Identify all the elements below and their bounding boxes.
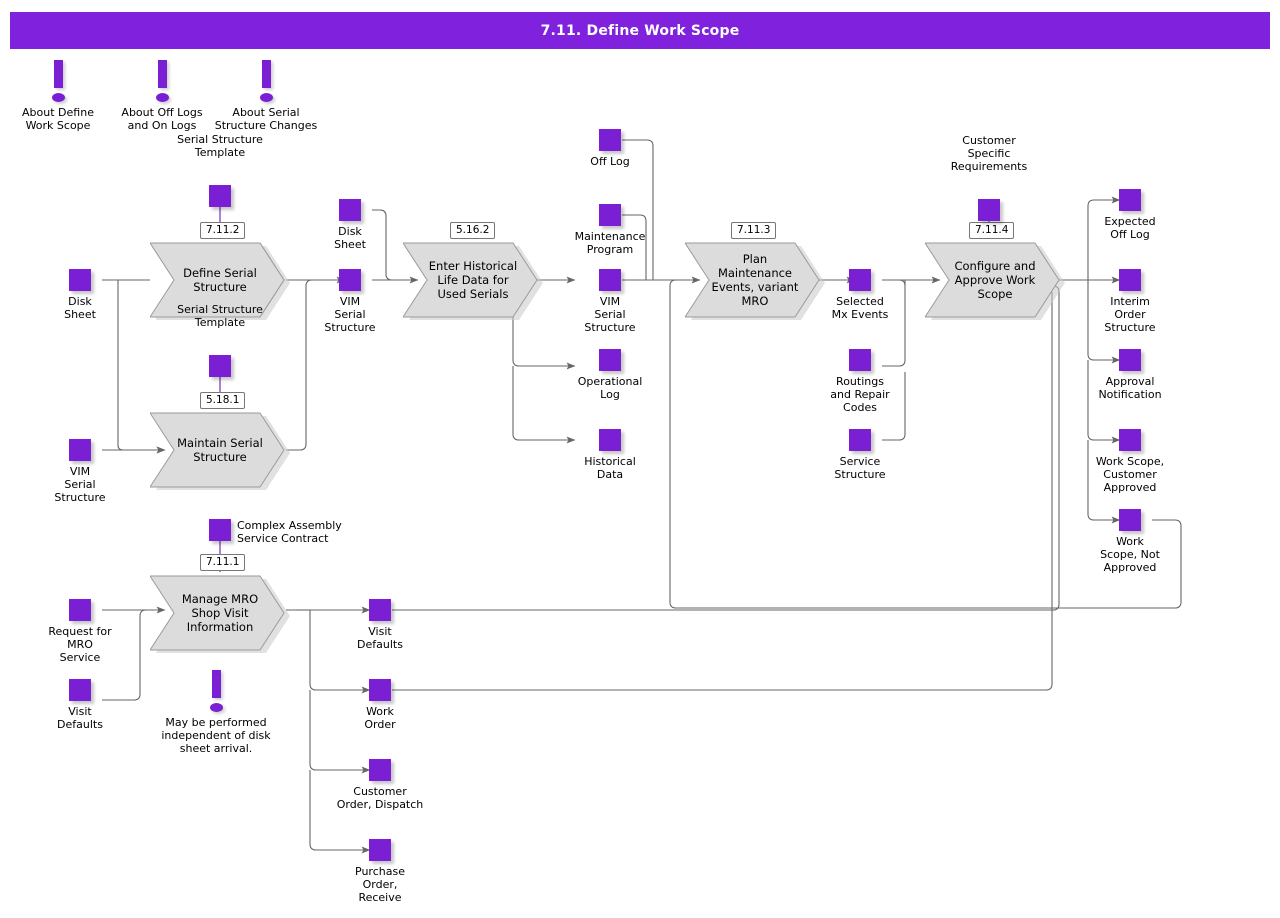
reference-tag-5-18-1[interactable]: 5.18.1 [200, 392, 246, 409]
node-label: Selected Mx Events [831, 295, 889, 321]
process-manage-mro-shop-visit[interactable]: Manage MRO Shop Visit Information [150, 573, 290, 653]
data-object-icon [339, 269, 361, 291]
node-label: Visit Defaults [57, 705, 103, 731]
node-label: Customer Order, Dispatch [336, 785, 424, 811]
page-title-bar: 7.11. Define Work Scope [10, 12, 1270, 49]
data-object-icon [209, 519, 231, 541]
exclamation-icon [54, 60, 63, 88]
node-label: Work Scope, Customer Approved [1095, 455, 1165, 494]
data-object-icon [209, 185, 231, 207]
data-object-icon [369, 759, 391, 781]
data-object-icon [599, 204, 621, 226]
data-object-icon [849, 349, 871, 371]
node-label: VIM Serial Structure [54, 465, 106, 504]
node-label: Operational Log [577, 375, 643, 401]
data-object-icon [369, 839, 391, 861]
node-label: Disk Sheet [64, 295, 96, 321]
reference-tag-7-11-1[interactable]: 7.11.1 [200, 554, 246, 571]
node-label: Disk Sheet [334, 225, 366, 251]
reference-tag-5-16-2[interactable]: 5.16.2 [450, 222, 496, 239]
exclamation-dot-icon [52, 93, 65, 102]
node-label: Request for MRO Service [48, 625, 112, 664]
info-marker-label: About Serial Structure Changes [214, 106, 318, 132]
data-object-icon [1119, 509, 1141, 531]
node-label: Maintenance Program [574, 230, 646, 256]
data-object-icon [1119, 189, 1141, 211]
data-object-icon [599, 129, 621, 151]
data-object-icon [339, 199, 361, 221]
node-label: Purchase Order, Receive [355, 865, 405, 904]
data-object-icon [1119, 349, 1141, 371]
node-label: Off Log [590, 155, 630, 168]
process-maintain-serial-structure[interactable]: Maintain Serial Structure [150, 410, 290, 490]
node-label: Service Structure [834, 455, 886, 481]
node-label: Expected Off Log [1104, 215, 1156, 241]
exclamation-dot-icon [210, 703, 223, 712]
node-label: Customer Specific Requirements [950, 134, 1028, 173]
exclamation-icon [212, 670, 221, 698]
diagram-canvas: 7.11. Define Work Scope About Define Wor… [0, 0, 1280, 918]
reference-tag-7-11-4[interactable]: 7.11.4 [969, 222, 1015, 239]
exclamation-icon [262, 60, 271, 88]
data-object-icon [1119, 269, 1141, 291]
exclamation-dot-icon [260, 93, 273, 102]
node-label: Routings and Repair Codes [830, 375, 890, 414]
node-label: VIM Serial Structure [584, 295, 636, 334]
process-label: Maintain Serial Structure [177, 436, 263, 464]
data-object-icon [69, 599, 91, 621]
data-object-icon [978, 199, 1000, 221]
node-label: Work Order [364, 705, 396, 731]
node-label: Serial Structure Template [177, 133, 263, 159]
exclamation-dot-icon [156, 93, 169, 102]
data-object-icon [69, 679, 91, 701]
data-object-icon [209, 355, 231, 377]
data-object-icon [599, 349, 621, 371]
data-object-icon [69, 269, 91, 291]
process-configure-approve-work-scope[interactable]: Configure and Approve Work Scope [925, 240, 1065, 320]
process-enter-historical-life-data[interactable]: Enter Historical Life Data for Used Seri… [403, 240, 543, 320]
data-object-icon [369, 679, 391, 701]
reference-tag-7-11-2[interactable]: 7.11.2 [200, 222, 246, 239]
process-label: Configure and Approve Work Scope [954, 259, 1036, 301]
node-label: Work Scope, Not Approved [1100, 535, 1160, 574]
data-object-icon [849, 269, 871, 291]
process-label: Enter Historical Life Data for Used Seri… [428, 259, 518, 301]
info-marker-label: May be performed independent of disk she… [161, 716, 271, 755]
exclamation-icon [158, 60, 167, 88]
node-label: Approval Notification [1098, 375, 1162, 401]
reference-tag-7-11-3[interactable]: 7.11.3 [731, 222, 777, 239]
data-object-icon [849, 429, 871, 451]
data-object-icon [369, 599, 391, 621]
node-label: Serial Structure Template [177, 303, 263, 329]
data-object-icon [599, 429, 621, 451]
process-label: Manage MRO Shop Visit Information [181, 592, 259, 634]
node-label: Visit Defaults [357, 625, 403, 651]
node-label: Historical Data [584, 455, 636, 481]
node-label: Interim Order Structure [1104, 295, 1156, 334]
node-label: Complex Assembly Service Contract [237, 519, 342, 545]
page-title: 7.11. Define Work Scope [540, 22, 740, 39]
data-object-icon [599, 269, 621, 291]
data-object-icon [1119, 429, 1141, 451]
node-label: VIM Serial Structure [324, 295, 376, 334]
data-object-icon [69, 439, 91, 461]
process-label: Plan Maintenance Events, variant MRO [711, 252, 799, 308]
